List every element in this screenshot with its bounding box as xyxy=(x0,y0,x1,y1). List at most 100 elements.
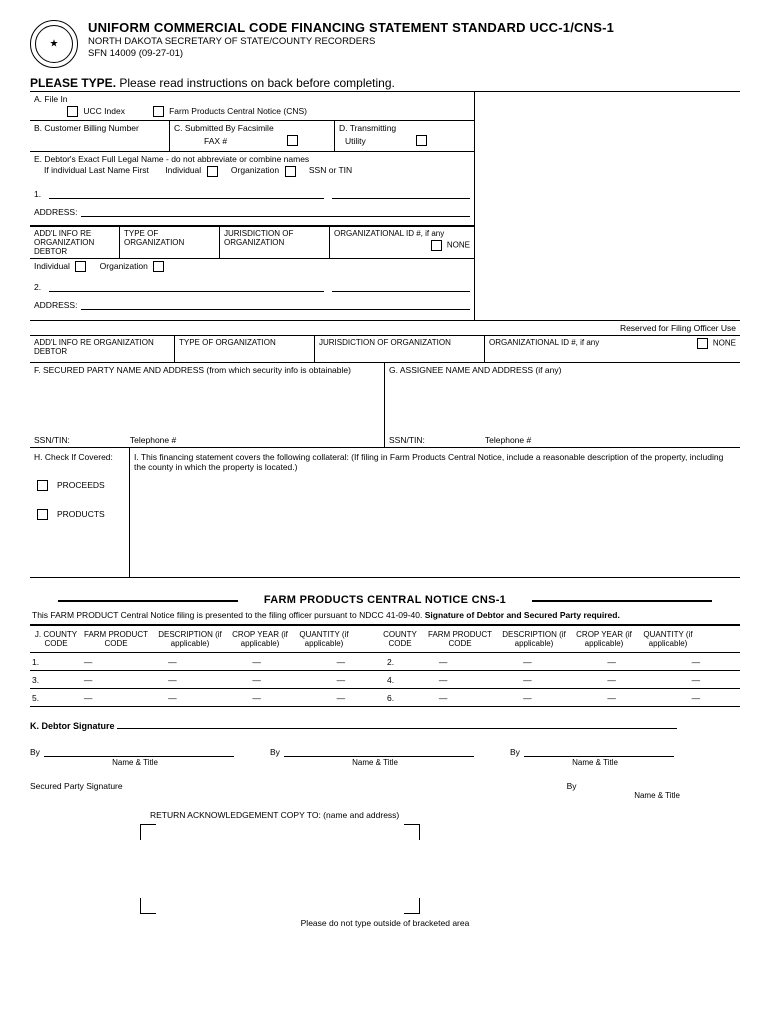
none-label-1: NONE xyxy=(447,240,470,249)
form-subtitle-agency: NORTH DAKOTA SECRETARY OF STATE/COUNTY R… xyxy=(88,36,614,47)
j-table-header: J. COUNTY CODE FARM PRODUCT CODE DESCRIP… xyxy=(30,626,740,653)
section-b: B. Customer Billing Number xyxy=(30,121,170,151)
ssn-tin-label: SSN or TIN xyxy=(309,165,352,175)
type-org-label-full: TYPE OF ORGANIZATION xyxy=(175,336,315,362)
return-address-box[interactable] xyxy=(140,824,420,914)
j-county2-header: COUNTY CODE xyxy=(376,630,424,648)
left-form-block: A. File In UCC Index Farm Products Centr… xyxy=(30,92,475,320)
organization-label-1: Organization xyxy=(231,165,279,175)
k-label: K. Debtor Signature xyxy=(30,721,115,731)
form-number: SFN 14009 (09-27-01) xyxy=(88,48,614,59)
please-type-rest: Please read instructions on back before … xyxy=(119,76,395,90)
org-info-table-full: ADD'L INFO RE ORGANIZATION DEBTOR TYPE O… xyxy=(30,336,740,363)
please-type-instruction: PLEASE TYPE. Please read instructions on… xyxy=(30,76,740,92)
j-desc2-header: DESCRIPTION (if applicable) xyxy=(496,630,572,648)
jurisdiction-label-1: JURISDICTION OF ORGANIZATION xyxy=(220,227,330,258)
section-f-label: F. SECURED PARTY NAME AND ADDRESS (from … xyxy=(34,365,380,375)
debtor-2-name-input[interactable] xyxy=(49,280,324,292)
name-title-4: Name & Title xyxy=(30,791,740,800)
utility-checkbox[interactable] xyxy=(416,135,427,146)
proceeds-label: PROCEEDS xyxy=(57,480,105,490)
facsimile-checkbox[interactable] xyxy=(287,135,298,146)
section-k: K. Debtor Signature xyxy=(30,717,740,731)
j-qty-header: QUANTITY (if applicable) xyxy=(292,630,356,648)
org-id-label-1: ORGANIZATIONAL ID #, if any xyxy=(334,229,444,238)
j-qty2-header: QUANTITY (if applicable) xyxy=(636,630,700,648)
j-desc-header: DESCRIPTION (if applicable) xyxy=(152,630,228,648)
organization-label-2: Organization xyxy=(100,261,148,271)
ucc-index-checkbox[interactable] xyxy=(67,106,78,117)
none-checkbox-full[interactable] xyxy=(697,338,708,349)
j-table-body: 1.———— 3.———— 5.———— 2.———— 4.———— 6.———… xyxy=(30,653,740,707)
please-type-bold: PLEASE TYPE. xyxy=(30,76,116,90)
organization-checkbox-1[interactable] xyxy=(285,166,296,177)
f-ssn-label: SSN/TIN: xyxy=(34,435,70,445)
by-row-1: By Name & Title By Name & Title By Name … xyxy=(30,745,740,767)
farm-note: This FARM PRODUCT Central Notice filing … xyxy=(30,606,740,626)
j-row-4[interactable]: 4.———— xyxy=(385,671,740,689)
debtor-1-address-input[interactable] xyxy=(81,205,470,217)
j-row-5[interactable]: 5.———— xyxy=(30,689,385,707)
debtor-2-number: 2. xyxy=(34,282,41,292)
section-i-text: I. This financing statement covers the f… xyxy=(134,452,736,472)
name-title-2: Name & Title xyxy=(270,758,480,767)
j-fp2-header: FARM PRODUCT CODE xyxy=(424,630,496,648)
g-tel-label: Telephone # xyxy=(485,435,531,445)
j-row-2[interactable]: 2.———— xyxy=(385,653,740,671)
proceeds-checkbox[interactable] xyxy=(37,480,48,491)
individual-checkbox-2[interactable] xyxy=(75,261,86,272)
j-fp-header: FARM PRODUCT CODE xyxy=(80,630,152,648)
addl-info-label-1: ADD'L INFO RE ORGANIZATION DEBTOR xyxy=(30,227,120,258)
debtor-2-block: Individual Organization 2. ADDRESS: xyxy=(30,259,474,320)
products-checkbox[interactable] xyxy=(37,509,48,520)
sp-label: Secured Party Signature xyxy=(30,781,123,791)
section-d: D. Transmitting Utility xyxy=(335,121,474,151)
section-e-header: E. Debtor's Exact Full Legal Name - do n… xyxy=(30,152,474,225)
none-checkbox-1[interactable] xyxy=(431,240,442,251)
utility-label: Utility xyxy=(345,136,366,146)
footer-note: Please do not type outside of bracketed … xyxy=(30,918,740,928)
products-label: PRODUCTS xyxy=(57,509,105,519)
debtor-1-ssn-input[interactable] xyxy=(332,187,470,199)
g-ssn-label: SSN/TIN: xyxy=(389,435,425,445)
name-title-1: Name & Title xyxy=(30,758,240,767)
individual-label-1: Individual xyxy=(165,165,201,175)
f-tel-label: Telephone # xyxy=(130,435,176,445)
debtor-2-address-input[interactable] xyxy=(81,298,470,310)
address-label-1: ADDRESS: xyxy=(34,207,77,217)
farm-note-text: This FARM PRODUCT Central Notice filing … xyxy=(32,610,422,620)
section-c-label: C. Submitted By Facsimile xyxy=(174,123,330,133)
lastname-first-label: If individual Last Name First xyxy=(44,165,149,175)
by-line-3[interactable] xyxy=(524,745,674,757)
section-e-label: E. Debtor's Exact Full Legal Name - do n… xyxy=(34,154,470,164)
section-a-label: A. File In xyxy=(34,94,470,104)
secured-assignee-row: F. SECURED PARTY NAME AND ADDRESS (from … xyxy=(30,363,740,448)
j-crop2-header: CROP YEAR (if applicable) xyxy=(572,630,636,648)
section-c: C. Submitted By Facsimile FAX # xyxy=(170,121,335,151)
j-row-6[interactable]: 6.———— xyxy=(385,689,740,707)
organization-checkbox-2[interactable] xyxy=(153,261,164,272)
by-line-1[interactable] xyxy=(44,745,234,757)
addl-info-label-full: ADD'L INFO RE ORGANIZATION DEBTOR xyxy=(30,336,175,362)
row-bcd: B. Customer Billing Number C. Submitted … xyxy=(30,121,474,152)
farm-products-title: FARM PRODUCTS CENTRAL NOTICE CNS-1 xyxy=(30,594,740,606)
state-seal-icon xyxy=(30,20,78,68)
individual-checkbox-1[interactable] xyxy=(207,166,218,177)
header-text-block: UNIFORM COMMERCIAL CODE FINANCING STATEM… xyxy=(88,20,614,59)
none-label-full: NONE xyxy=(713,338,736,347)
right-blank-area xyxy=(475,92,740,320)
cns-checkbox[interactable] xyxy=(153,106,164,117)
farm-note-bold: Signature of Debtor and Secured Party re… xyxy=(425,610,620,620)
j-row-3[interactable]: 3.———— xyxy=(30,671,385,689)
j-row-1[interactable]: 1.———— xyxy=(30,653,385,671)
debtor-signature-line[interactable] xyxy=(117,717,677,729)
debtor-2-ssn-input[interactable] xyxy=(332,280,470,292)
debtor-1-name-input[interactable] xyxy=(49,187,324,199)
section-g: G. ASSIGNEE NAME AND ADDRESS (if any) SS… xyxy=(385,363,740,447)
collateral-row: H. Check If Covered: PROCEEDS PRODUCTS I… xyxy=(30,448,740,578)
jurisdiction-label-full: JURISDICTION OF ORGANIZATION xyxy=(315,336,485,362)
ucc-index-label: UCC Index xyxy=(83,106,125,116)
debtor-1-number: 1. xyxy=(34,189,41,199)
section-b-label: B. Customer Billing Number xyxy=(34,123,139,133)
by-line-2[interactable] xyxy=(284,745,474,757)
